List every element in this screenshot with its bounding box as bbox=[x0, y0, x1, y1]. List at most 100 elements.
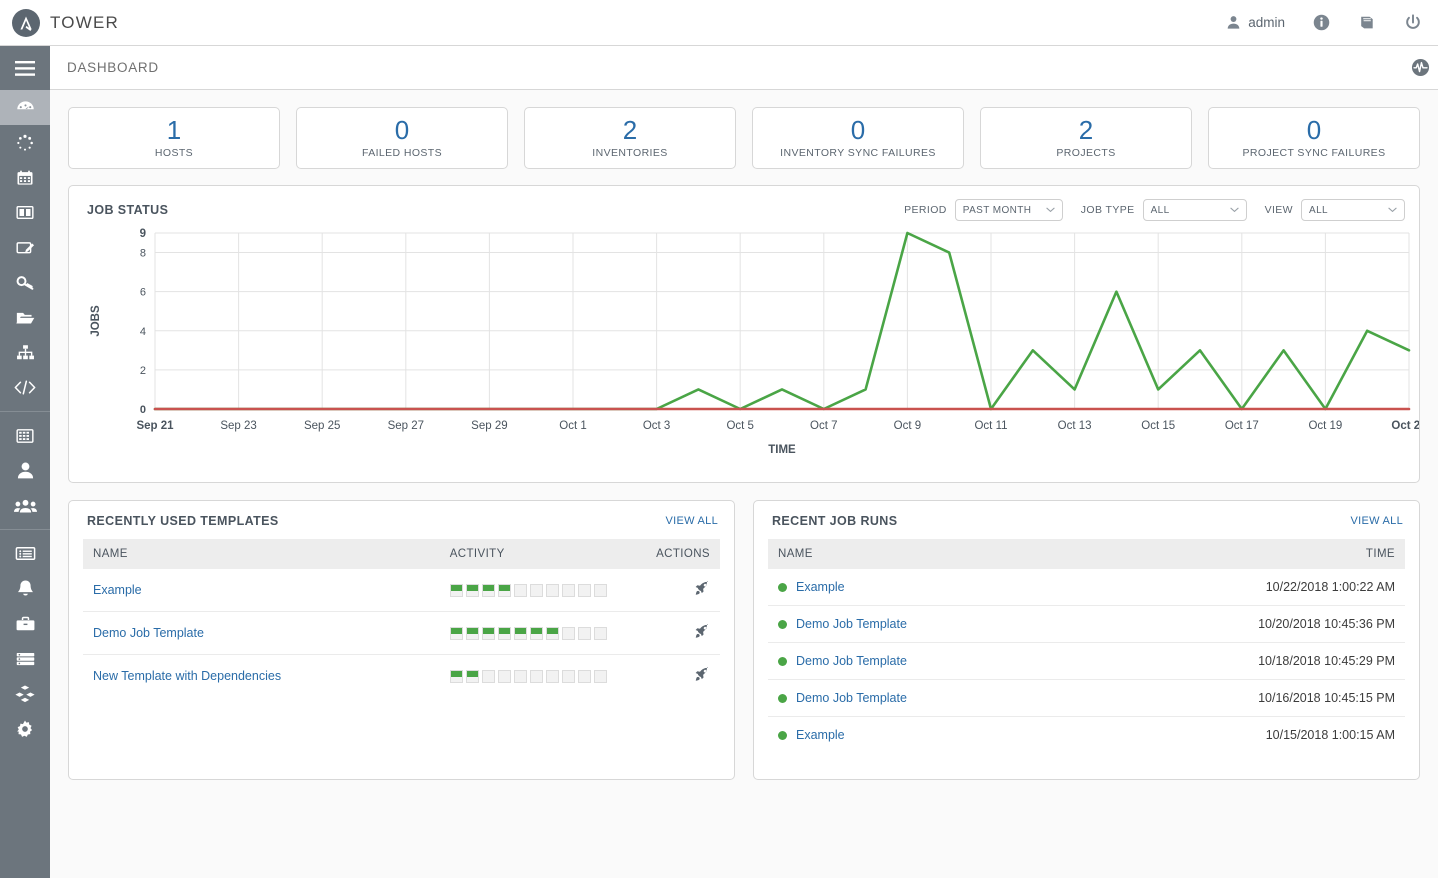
sidebar-item-notifications[interactable] bbox=[0, 571, 50, 606]
svg-text:Oct 17: Oct 17 bbox=[1225, 420, 1259, 432]
sidebar-item-inventory-scripts[interactable] bbox=[0, 370, 50, 405]
sparkline-cell bbox=[497, 626, 511, 640]
stat-card-project-sync-failures[interactable]: 0 PROJECT SYNC FAILURES bbox=[1208, 107, 1420, 169]
cubes-icon bbox=[14, 684, 36, 703]
activity-stream-icon[interactable] bbox=[1411, 58, 1430, 77]
ansible-logo-icon bbox=[12, 8, 40, 37]
sidebar-item-users[interactable] bbox=[0, 453, 50, 488]
stat-label: PROJECT SYNC FAILURES bbox=[1242, 147, 1386, 160]
sidebar-item-schedules[interactable] bbox=[0, 160, 50, 195]
templates-view-all-link[interactable]: VIEW ALL bbox=[665, 515, 718, 527]
recent-job-runs-panel: RECENT JOB RUNS VIEW ALL NAME TIME Examp… bbox=[753, 500, 1420, 780]
job-type-filter: JOB TYPE ALL bbox=[1081, 199, 1247, 221]
template-actions-cell bbox=[630, 611, 720, 655]
info-icon[interactable] bbox=[1313, 14, 1330, 31]
stat-label: INVENTORIES bbox=[592, 147, 668, 160]
rocket-icon[interactable] bbox=[693, 623, 710, 640]
sidebar-item-credential-types[interactable] bbox=[0, 536, 50, 571]
stat-label: FAILED HOSTS bbox=[361, 147, 443, 160]
chevron-down-icon bbox=[1229, 205, 1239, 216]
sidebar-item-organizations[interactable] bbox=[0, 418, 50, 453]
sparkline-cell bbox=[577, 583, 591, 597]
sidebar-item-dashboard[interactable] bbox=[0, 90, 50, 125]
sidebar-divider-1 bbox=[0, 411, 50, 412]
col-actions: ACTIONS bbox=[630, 539, 720, 569]
user-menu[interactable]: admin bbox=[1226, 15, 1285, 30]
view-value: ALL bbox=[1309, 204, 1328, 216]
sidebar-item-management-jobs[interactable] bbox=[0, 606, 50, 641]
svg-text:Oct 1: Oct 1 bbox=[559, 420, 586, 432]
templates-panel-header: RECENTLY USED TEMPLATES VIEW ALL bbox=[69, 501, 734, 539]
sidebar-item-jobs[interactable] bbox=[0, 125, 50, 160]
stat-card-failed-hosts[interactable]: 0 FAILED HOSTS bbox=[296, 107, 508, 169]
sidebar-item-instance-groups[interactable] bbox=[0, 641, 50, 676]
header-actions: admin bbox=[1226, 13, 1438, 32]
rocket-icon[interactable] bbox=[693, 580, 710, 597]
gauge-icon bbox=[15, 97, 36, 118]
svg-text:0: 0 bbox=[140, 404, 146, 416]
sparkline-cell bbox=[561, 669, 575, 683]
templates-table-wrap: NAME ACTIVITY ACTIONS Example Demo Job Te… bbox=[69, 539, 734, 697]
sidebar-item-projects[interactable] bbox=[0, 300, 50, 335]
sparkline-cell bbox=[513, 626, 527, 640]
power-icon[interactable] bbox=[1404, 13, 1422, 32]
key-icon bbox=[15, 273, 36, 292]
sparkline-cell bbox=[561, 626, 575, 640]
job-run-name-cell: Example bbox=[768, 717, 1150, 754]
view-label: VIEW bbox=[1264, 204, 1293, 216]
job-run-name-cell: Example bbox=[768, 569, 1151, 606]
job-runs-table-wrap: NAME TIME Example 10/22/2018 1:00:22 AM De… bbox=[754, 539, 1419, 753]
sparkline-cell bbox=[577, 626, 591, 640]
chevron-down-icon bbox=[1046, 205, 1055, 216]
sparkline-cell bbox=[481, 583, 495, 597]
calendar-icon bbox=[15, 168, 35, 188]
stat-value: 2 bbox=[622, 114, 638, 145]
rocket-icon[interactable] bbox=[693, 666, 710, 683]
sidebar-item-templates[interactable] bbox=[0, 230, 50, 265]
page-title: DASHBOARD bbox=[67, 60, 159, 75]
template-name-cell: New Template with Dependencies bbox=[83, 655, 440, 698]
period-select[interactable]: PAST MONTH bbox=[954, 199, 1063, 221]
menu-toggle-button[interactable] bbox=[0, 46, 50, 90]
sidebar-item-settings[interactable] bbox=[0, 711, 50, 746]
job-runs-view-all-link[interactable]: VIEW ALL bbox=[1350, 515, 1403, 527]
stat-card-projects[interactable]: 2 PROJECTS bbox=[980, 107, 1192, 169]
gear-icon bbox=[15, 719, 35, 739]
job-status-chart: 0 2 4 6 8 9 Sep 21 Sep 23 Sep 25 Sep 27 Sep 29 Oct … bbox=[69, 221, 1419, 469]
main-content: 1 HOSTS 0 FAILED HOSTS 2 INVENTORIES 0 I… bbox=[50, 90, 1438, 878]
template-activity-cell bbox=[440, 655, 631, 698]
svg-text:Sep 29: Sep 29 bbox=[471, 420, 507, 432]
user-icon bbox=[16, 461, 35, 480]
stat-card-inventories[interactable]: 2 INVENTORIES bbox=[524, 107, 736, 169]
stat-label: HOSTS bbox=[154, 147, 194, 160]
job-run-name-cell: Demo Job Template bbox=[768, 642, 1151, 680]
view-filter: VIEW ALL bbox=[1265, 199, 1405, 221]
template-name-link[interactable]: Demo Job Template bbox=[93, 626, 204, 640]
svg-text:Oct 3: Oct 3 bbox=[643, 420, 670, 432]
sidebar-item-credentials[interactable] bbox=[0, 265, 50, 300]
stat-card-hosts[interactable]: 1 HOSTS bbox=[68, 107, 280, 169]
svg-text:8: 8 bbox=[140, 248, 146, 260]
template-name-link[interactable]: Example bbox=[93, 583, 142, 597]
sidebar-item-portal-mode[interactable] bbox=[0, 195, 50, 230]
table-row: Demo Job Template 10/18/2018 10:45:29 PM bbox=[768, 642, 1405, 680]
stat-value: 0 bbox=[850, 114, 866, 145]
status-badge bbox=[778, 693, 787, 703]
job-run-name-link[interactable]: Demo Job Template bbox=[796, 691, 907, 705]
job-run-name-link[interactable]: Demo Job Template bbox=[796, 617, 907, 631]
template-name-link[interactable]: New Template with Dependencies bbox=[93, 669, 281, 683]
job-run-name-link[interactable]: Demo Job Template bbox=[796, 654, 907, 668]
job-type-select[interactable]: ALL bbox=[1142, 199, 1247, 221]
stat-card-inventory-sync-failures[interactable]: 0 INVENTORY SYNC FAILURES bbox=[752, 107, 964, 169]
sidebar-item-teams[interactable] bbox=[0, 488, 50, 523]
job-run-name-link[interactable]: Example bbox=[796, 728, 845, 742]
sidebar-item-applications[interactable] bbox=[0, 676, 50, 711]
view-select[interactable]: ALL bbox=[1301, 199, 1405, 221]
book-icon[interactable] bbox=[1358, 14, 1376, 31]
sidebar-item-inventories[interactable] bbox=[0, 335, 50, 370]
brand-logo[interactable]: TOWER bbox=[0, 8, 119, 37]
job-status-line-chart: 0 2 4 6 8 9 Sep 21 Sep 23 Sep 25 Sep 27 Sep 29 Oct … bbox=[90, 228, 1419, 456]
job-run-name-link[interactable]: Example bbox=[796, 580, 845, 594]
job-run-time: 10/16/2018 10:45:15 PM bbox=[1150, 679, 1405, 717]
svg-text:Oct 21: Oct 21 bbox=[1391, 420, 1419, 432]
